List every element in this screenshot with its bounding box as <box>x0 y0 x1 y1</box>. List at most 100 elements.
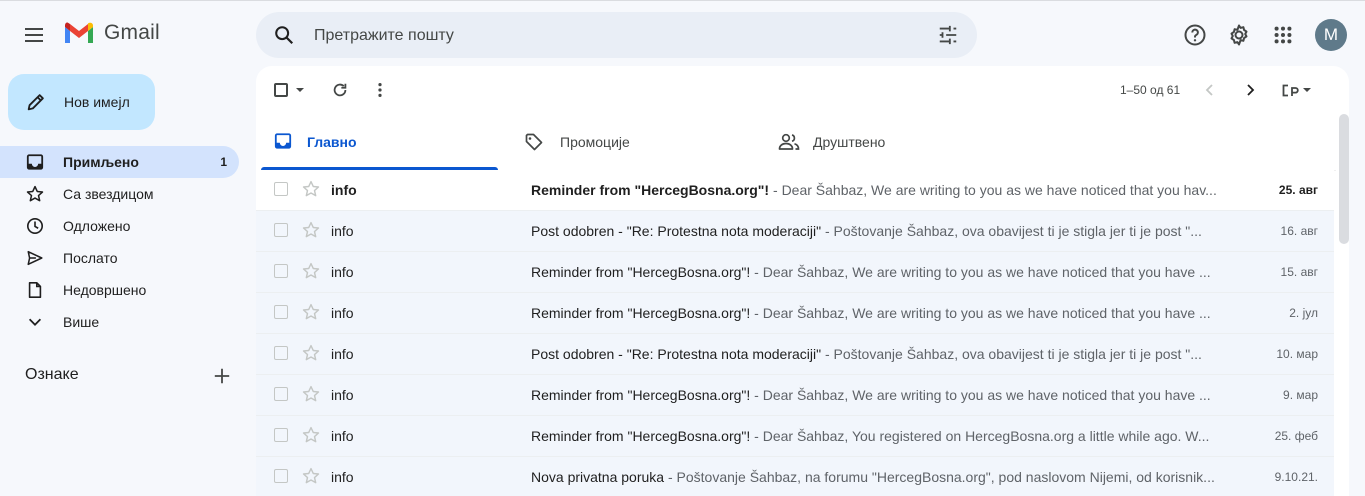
snippet-separator: - <box>821 223 834 239</box>
email-snippet: Poštovanje Šahbaz, ova obavijest ti je s… <box>833 346 1202 362</box>
sidebar-item-label: Одложено <box>63 218 131 234</box>
email-snippet: Poštovanje Šahbaz, ova obavijest ti je s… <box>833 223 1202 239</box>
select-dropdown-button[interactable] <box>293 82 307 98</box>
star-toggle[interactable] <box>302 221 320 239</box>
email-sender: info <box>331 305 354 321</box>
row-checkbox[interactable] <box>274 469 288 483</box>
row-checkbox[interactable] <box>274 223 288 237</box>
compose-button[interactable]: Нов имејл <box>8 74 155 130</box>
email-date: 25. феб <box>1274 429 1318 443</box>
email-row[interactable]: info Post odobren - "Re: Protestna nota m… <box>256 211 1334 252</box>
email-content: Reminder from "HercegBosna.org"! - Dear … <box>531 387 1223 403</box>
support-button[interactable] <box>1175 15 1215 55</box>
email-snippet: Dear Šahbaz, We are writing to you as we… <box>781 182 1217 198</box>
search-bar[interactable] <box>256 12 977 60</box>
star-icon <box>25 184 45 204</box>
email-subject: Reminder from "HercegBosna.org"! <box>531 264 751 280</box>
email-row[interactable]: info Reminder from "HercegBosna.org"! - D… <box>256 375 1334 416</box>
tab-promotions[interactable]: Промоције <box>506 114 746 170</box>
snippet-separator: - <box>750 264 763 280</box>
star-toggle[interactable] <box>302 303 320 321</box>
more-options-button[interactable] <box>368 78 392 102</box>
tab-label: Промоције <box>560 134 630 150</box>
email-date: 2. јул <box>1289 306 1318 320</box>
email-date: 10. мар <box>1276 347 1318 361</box>
star-toggle[interactable] <box>302 180 320 198</box>
tab-social[interactable]: Друштвено <box>760 114 1000 170</box>
tab-label: Главно <box>307 134 357 150</box>
row-checkbox[interactable] <box>274 346 288 360</box>
star-outline-icon <box>302 426 320 443</box>
snippet-separator: - <box>821 346 834 362</box>
tab-primary[interactable]: Главно <box>256 114 498 170</box>
email-subject: Reminder from "HercegBosna.org"! <box>531 182 770 198</box>
sidebar-item-label: Недовршено <box>63 282 147 298</box>
input-tools-button[interactable] <box>1276 78 1316 102</box>
inbox-icon <box>25 152 45 172</box>
email-date: 9. мар <box>1283 388 1318 402</box>
select-all-checkbox[interactable] <box>273 82 289 98</box>
tune-icon <box>939 25 957 45</box>
account-avatar[interactable]: M <box>1315 19 1347 51</box>
snippet-separator: - <box>750 428 763 444</box>
create-label-button[interactable] <box>211 365 233 387</box>
row-checkbox[interactable] <box>274 264 288 278</box>
email-content: Reminder from "HercegBosna.org"! - Dear … <box>531 305 1223 321</box>
email-sender: info <box>331 346 354 362</box>
gear-icon <box>1230 24 1248 46</box>
refresh-button[interactable] <box>328 78 352 102</box>
email-sender: info <box>331 223 354 239</box>
sidebar-item-label: Више <box>63 314 100 330</box>
main-menu-button[interactable] <box>14 15 54 55</box>
email-content: Reminder from "HercegBosna.org"! - Dear … <box>531 264 1223 280</box>
email-list: info Reminder from "HercegBosna.org"! - D… <box>256 170 1334 496</box>
search-input[interactable] <box>312 12 916 60</box>
email-sender: info <box>331 264 354 280</box>
star-toggle[interactable] <box>302 385 320 403</box>
scrollbar-thumb[interactable] <box>1339 114 1349 244</box>
top-bar: Gmail M <box>0 0 1365 68</box>
sidebar-item-snoozed[interactable]: Одложено <box>0 210 239 242</box>
row-checkbox[interactable] <box>274 428 288 442</box>
email-subject: Post odobren - "Re: Protestna nota moder… <box>531 223 822 239</box>
sidebar-item-drafts[interactable]: Недовршено <box>0 274 239 306</box>
star-toggle[interactable] <box>302 426 320 444</box>
email-content: Nova privatna poruka - Poštovanje Šahbaz… <box>531 469 1223 485</box>
star-toggle[interactable] <box>302 262 320 280</box>
labels-title: Ознаке <box>25 366 79 383</box>
star-toggle[interactable] <box>302 344 320 362</box>
sidebar-item-starred[interactable]: Са звездицом <box>0 178 239 210</box>
clock-icon <box>25 216 45 236</box>
email-subject: Post odobren - "Re: Protestna nota moder… <box>531 346 822 362</box>
email-row[interactable]: info Reminder from "HercegBosna.org"! - D… <box>256 252 1334 293</box>
email-row[interactable]: info Reminder from "HercegBosna.org"! - D… <box>256 293 1334 334</box>
gmail-logo[interactable]: Gmail <box>63 21 160 45</box>
settings-button[interactable] <box>1219 15 1259 55</box>
newer-button[interactable] <box>1198 78 1222 102</box>
row-checkbox[interactable] <box>274 182 288 196</box>
hamburger-menu-icon <box>25 28 43 42</box>
sidebar-item-sent[interactable]: Послато <box>0 242 239 274</box>
row-checkbox[interactable] <box>274 387 288 401</box>
email-row[interactable]: info Reminder from "HercegBosna.org"! - D… <box>256 416 1334 457</box>
sidebar-nav: Примљено 1 Са звездицом Одложено Послато… <box>0 146 256 338</box>
email-date: 15. авг <box>1280 265 1318 279</box>
row-checkbox[interactable] <box>274 305 288 319</box>
star-toggle[interactable] <box>302 467 320 485</box>
search-button[interactable] <box>264 15 304 55</box>
sidebar-item-inbox[interactable]: Примљено 1 <box>0 146 239 178</box>
email-sender: info <box>331 387 354 403</box>
email-row[interactable]: info Nova privatna poruka - Poštovanje Ša… <box>256 457 1334 496</box>
scrollbar[interactable] <box>1338 114 1349 489</box>
email-row[interactable]: info Reminder from "HercegBosna.org"! - D… <box>256 170 1334 211</box>
email-content: Reminder from "HercegBosna.org"! - Dear … <box>531 182 1223 198</box>
google-apps-button[interactable] <box>1263 15 1303 55</box>
chevron-left-icon <box>1205 84 1213 96</box>
older-button[interactable] <box>1238 78 1262 102</box>
email-sender: info <box>331 182 357 198</box>
search-options-button[interactable] <box>928 15 968 55</box>
email-row[interactable]: info Post odobren - "Re: Protestna nota m… <box>256 334 1334 375</box>
caret-down-icon <box>296 88 304 92</box>
sidebar-item-more[interactable]: Више <box>0 306 239 338</box>
star-outline-icon <box>302 467 320 484</box>
